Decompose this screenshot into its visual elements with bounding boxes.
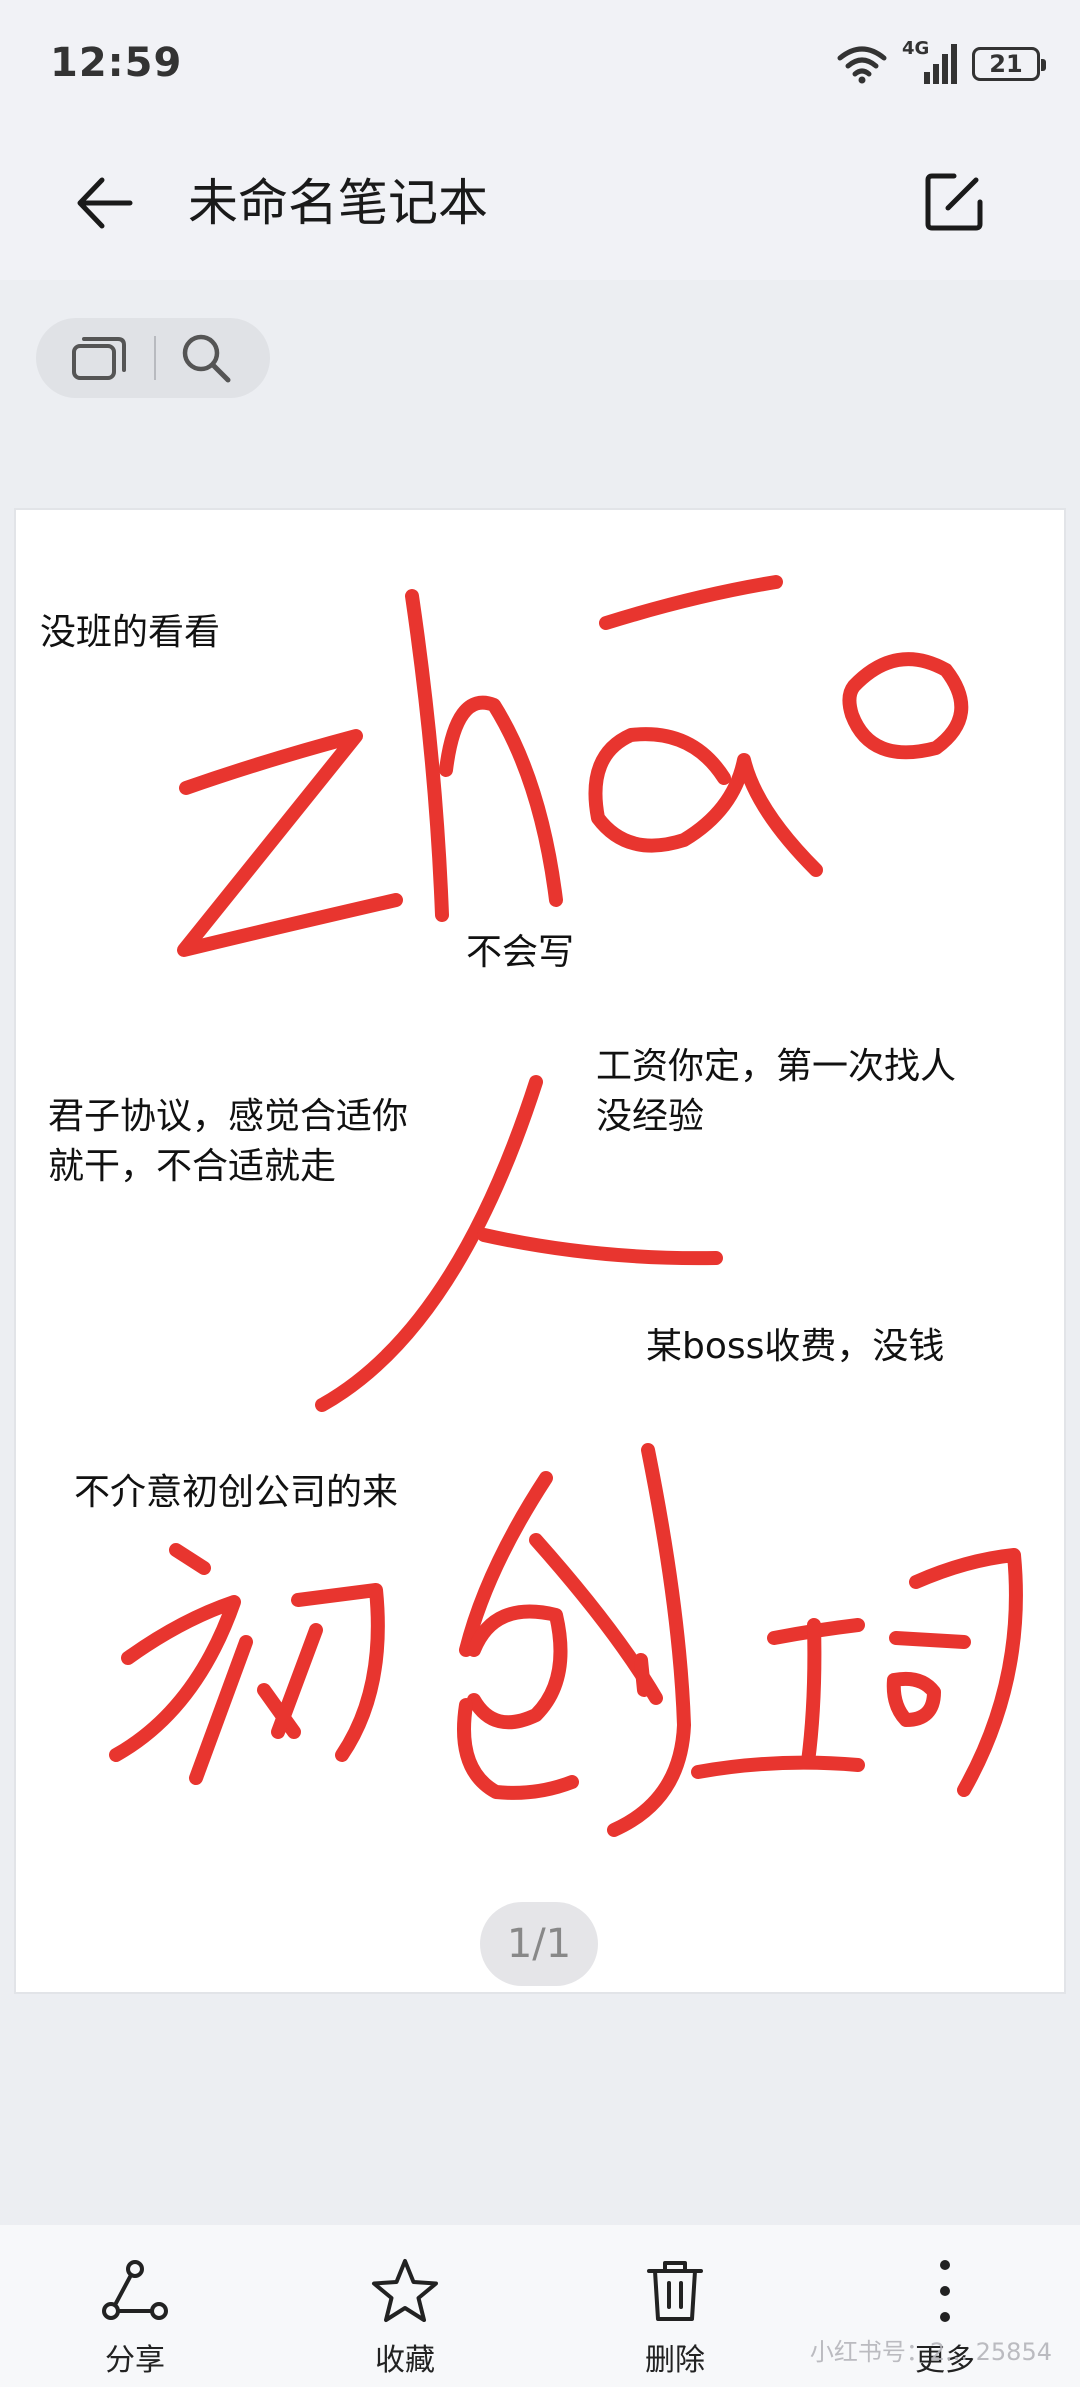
- edit-icon[interactable]: [918, 166, 990, 238]
- pages-icon[interactable]: [70, 334, 130, 382]
- ink-stroke: [467, 1604, 568, 1730]
- favorite-button[interactable]: 收藏: [325, 2225, 485, 2387]
- trash-icon: [647, 2261, 703, 2321]
- share-button[interactable]: 分享: [55, 2225, 215, 2387]
- status-icons: 4G 21: [836, 38, 1046, 86]
- more-vertical-icon: [940, 2260, 950, 2322]
- star-icon: [372, 2259, 438, 2322]
- battery-icon: 21: [972, 47, 1046, 81]
- ink-stroke: [886, 1671, 941, 1727]
- ink-stroke: [271, 1623, 323, 1739]
- header: 未命名笔记本: [0, 130, 1080, 280]
- ink-stroke: [439, 695, 563, 907]
- note-text: 君子协议，感觉合适你 就干，不合适就走: [48, 1096, 409, 1187]
- tool-pill: [36, 318, 270, 398]
- toolbar-divider: [154, 336, 156, 380]
- watermark: 小红书号：2... 25854: [809, 2338, 1052, 2366]
- ink-stroke: [405, 589, 449, 922]
- ink-stroke: [691, 1755, 865, 1779]
- note-text: 某boss收费，没钱: [646, 1326, 945, 1367]
- ink-stroke: [291, 1583, 385, 1762]
- ink-stroke: [588, 727, 823, 877]
- search-icon[interactable]: [178, 330, 234, 386]
- page-title: 未命名笔记本: [188, 174, 488, 232]
- ink-stroke: [169, 1543, 211, 1575]
- note-text: 不介意初创公司的来: [74, 1472, 399, 1513]
- note-page[interactable]: 没班的看看 不会写 工资你定，第一次找人 没经验 君子协议，感觉合适你 就干，不…: [16, 510, 1064, 1992]
- wifi-icon: [837, 46, 887, 84]
- ink-stroke: [842, 652, 969, 760]
- share-label: 分享: [105, 2343, 165, 2378]
- ink-stroke: [477, 1228, 723, 1266]
- note-text: 不会写: [466, 932, 575, 973]
- share-icon: [102, 2260, 168, 2320]
- status-bar: 12:59 4G 21: [0, 0, 1080, 130]
- note-text: 没班的看看: [40, 612, 221, 653]
- ink-stroke: [909, 1548, 1023, 1797]
- handwriting-layer: [109, 575, 1023, 1837]
- ink-stroke: [889, 1631, 971, 1649]
- favorite-label: 收藏: [375, 2343, 435, 2378]
- back-arrow-icon[interactable]: [70, 168, 140, 238]
- ink-stroke: [599, 575, 783, 630]
- signal-icon: [924, 44, 957, 84]
- status-time: 12:59: [50, 40, 183, 86]
- ink-stroke: [801, 1618, 822, 1769]
- delete-label: 删除: [645, 2343, 705, 2378]
- note-text: 工资你定，第一次找人 没经验: [596, 1046, 957, 1137]
- delete-button[interactable]: 删除: [595, 2225, 755, 2387]
- battery-level: 21: [989, 50, 1023, 78]
- ink-stroke: [459, 1471, 553, 1657]
- cell-signal: 4G: [902, 38, 958, 86]
- ink-stroke: [634, 1653, 651, 1697]
- ink-stroke: [177, 729, 403, 957]
- page-indicator: 1/1: [480, 1902, 598, 1986]
